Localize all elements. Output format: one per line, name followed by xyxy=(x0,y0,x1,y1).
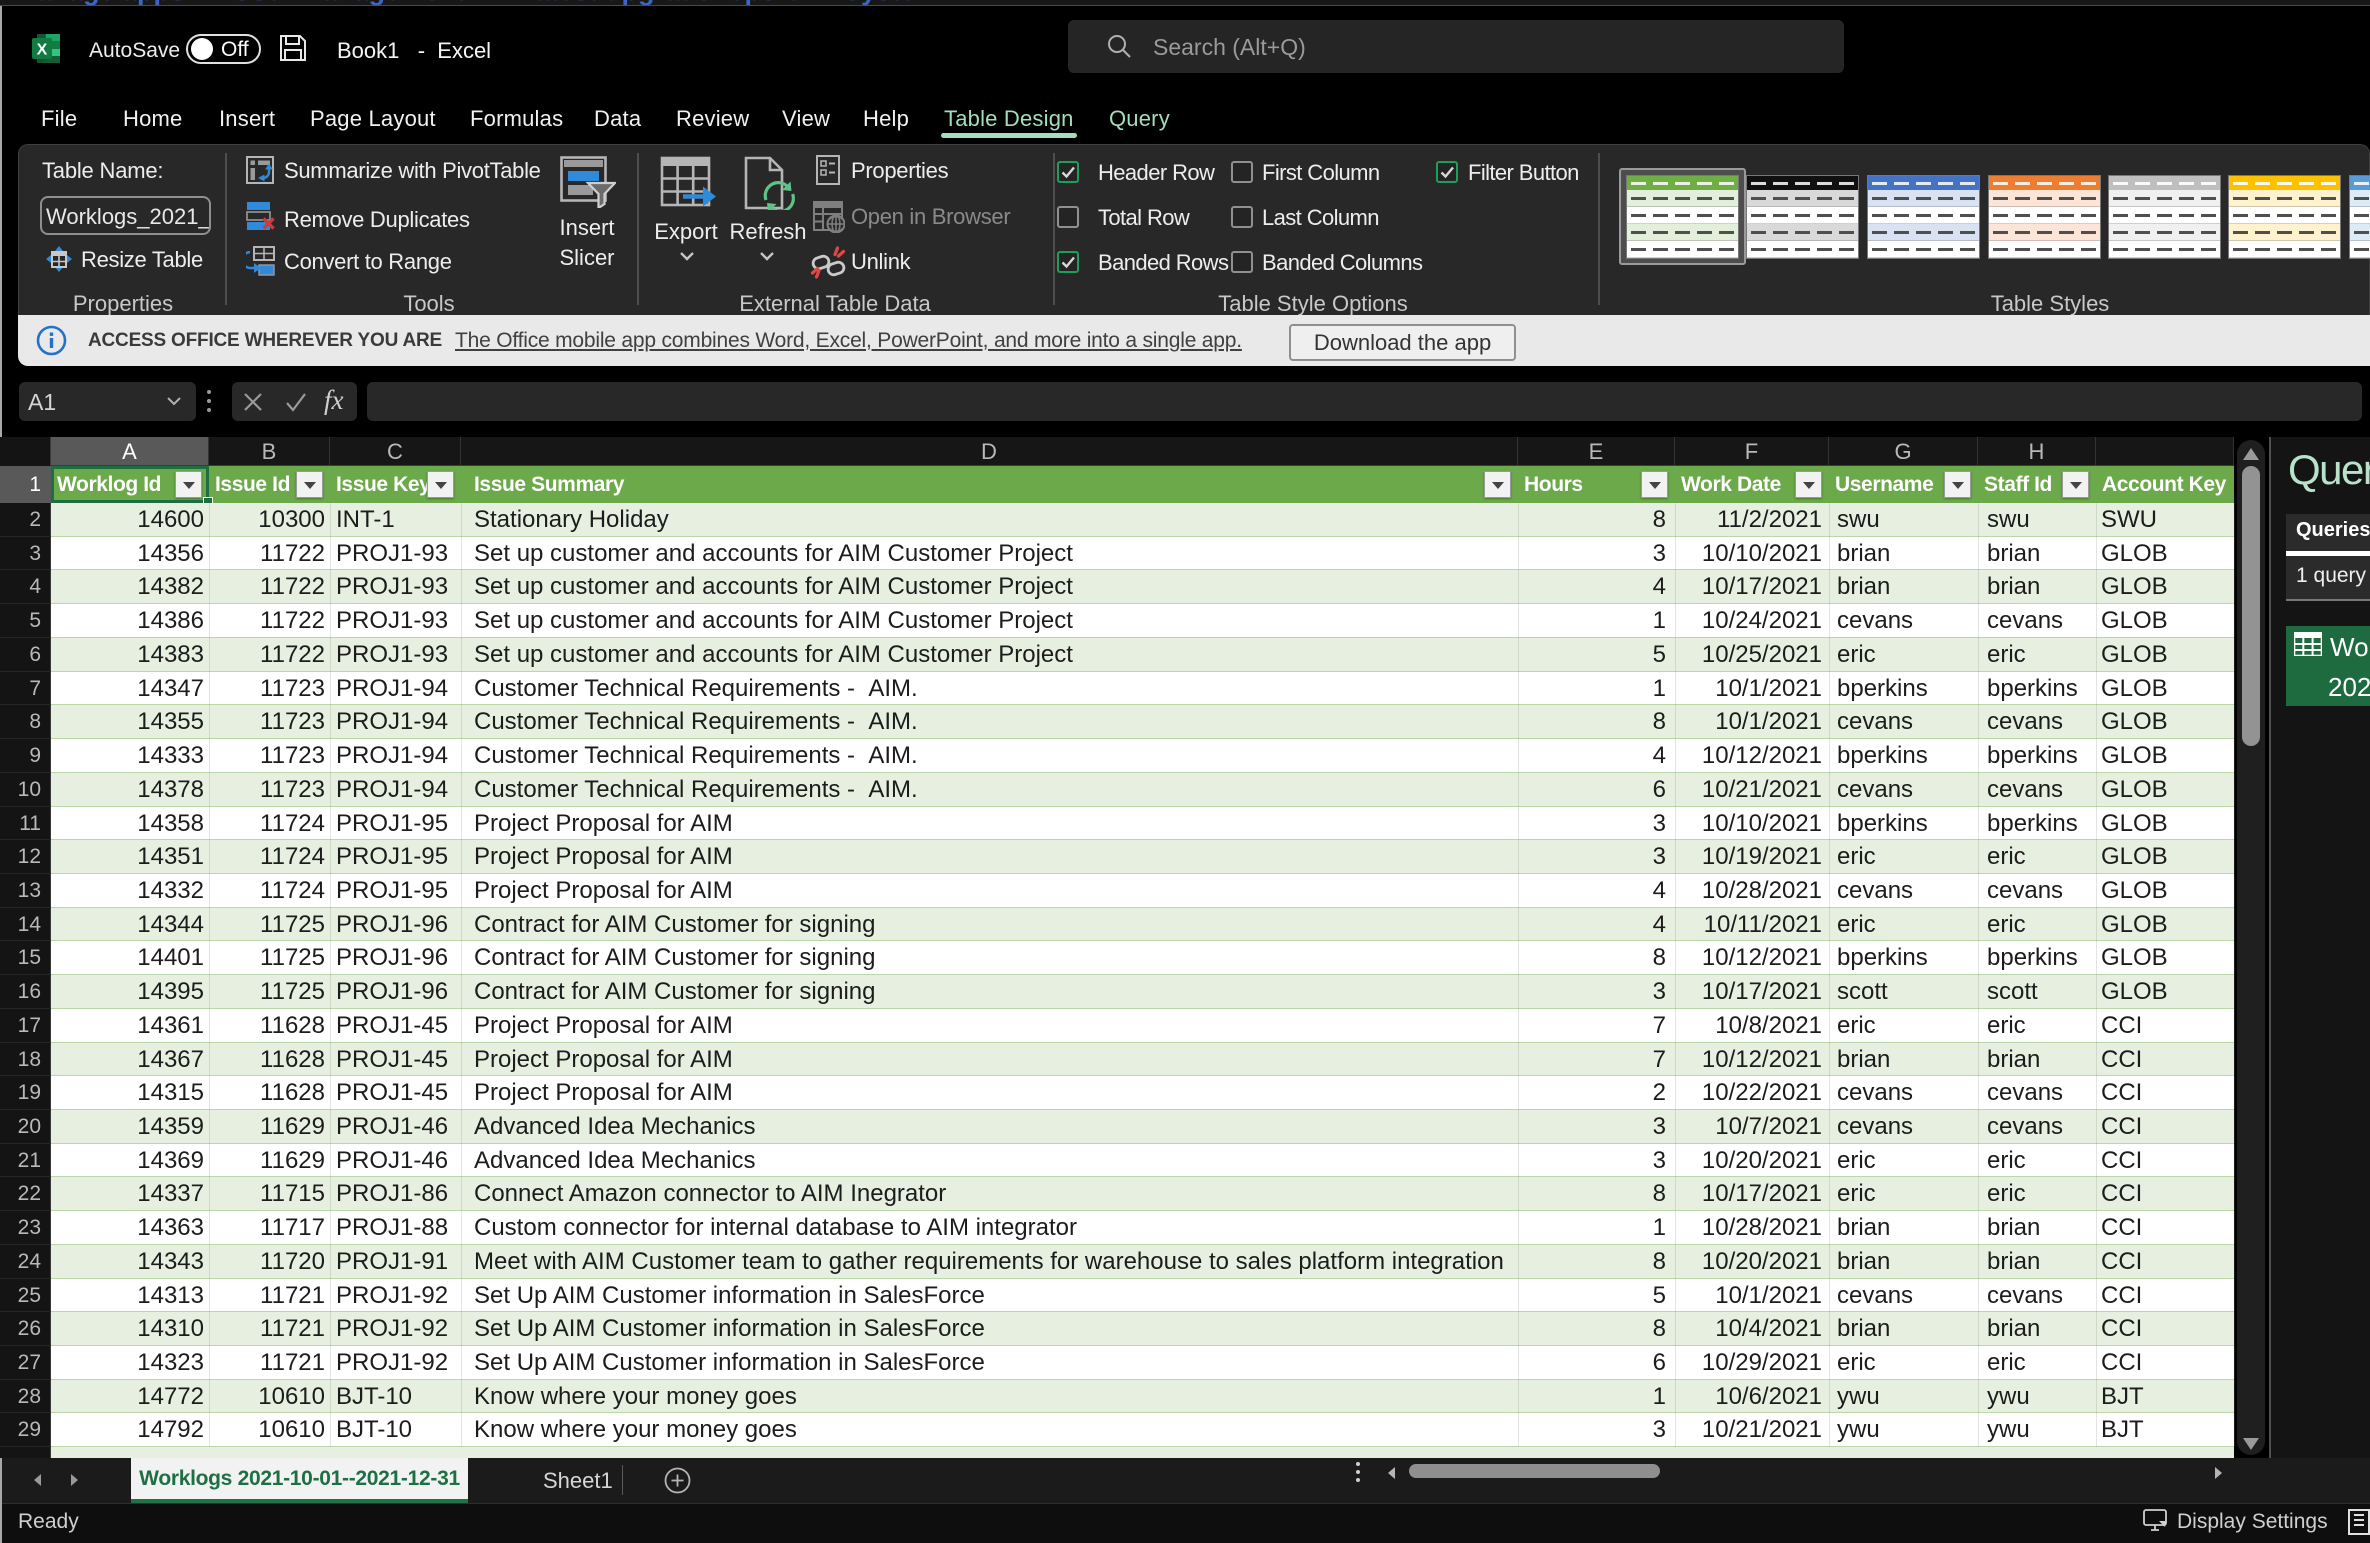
svg-text:X: X xyxy=(37,42,48,59)
